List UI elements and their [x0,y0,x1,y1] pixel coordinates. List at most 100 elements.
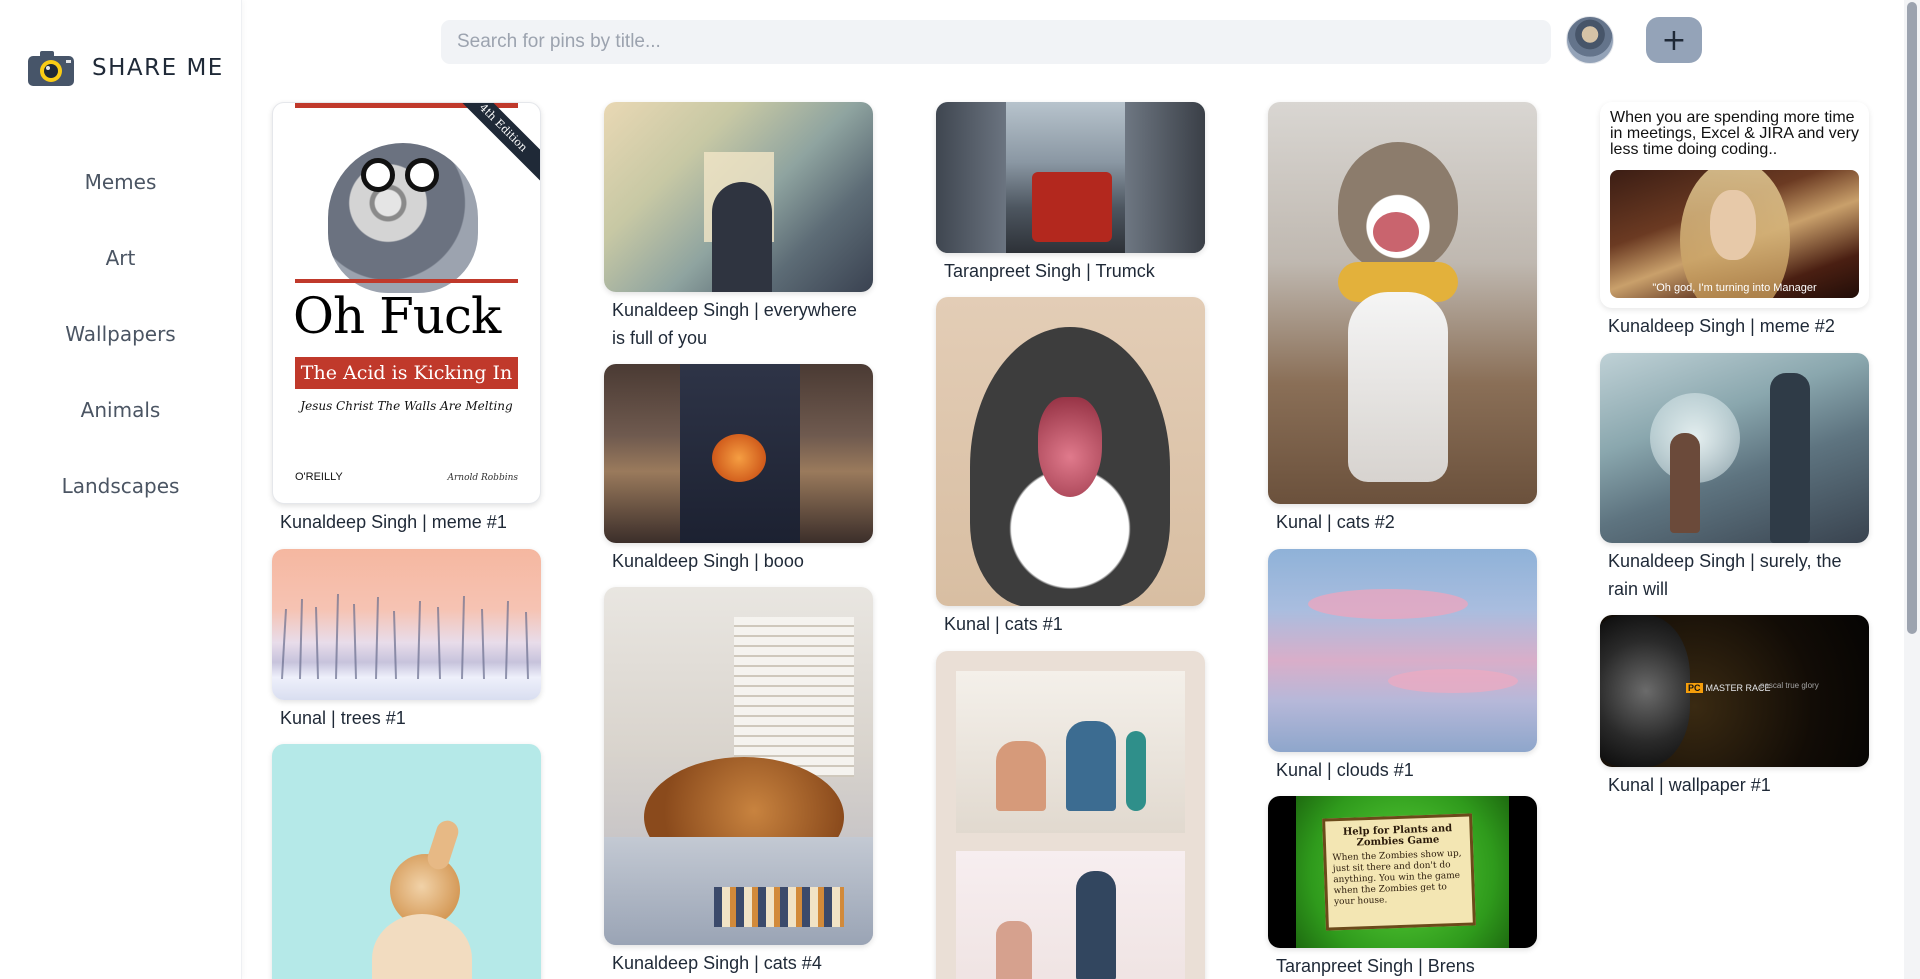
note-title: Help for Plants and Zombies Game [1342,823,1453,849]
meme-subtitle: "Oh god, I'm turning into Manager [1652,282,1817,294]
pin-image [1268,102,1537,504]
zombie-note: Help for Plants and Zombies Game When th… [1322,813,1476,931]
tarsier-illustration [328,143,478,293]
camera-icon [26,48,76,88]
book-band: The Acid is Kicking In [295,357,518,389]
sidebar-item-art[interactable]: Art [0,234,241,310]
search-input[interactable] [457,31,1551,53]
pin-image [604,587,873,945]
pin-caption: Kunaldeep Singh | meme #2 [1608,316,1835,336]
book-author: Arnold Robbins [447,473,518,483]
anime-panel-bottom [956,851,1185,979]
pin-caption: Kunal | clouds #1 [1276,760,1414,780]
anime-panel-top [956,671,1185,833]
wallpaper-label: PC MASTER RACE [1686,683,1771,693]
pin-image: 4th Edition Oh Fuck The Acid is Kicking … [272,102,541,504]
note-body: When the Zombies show up, just sit there… [1332,848,1462,908]
brand-logo[interactable]: SHARE ME [0,0,241,100]
pin-image [936,297,1205,606]
window-blinds [734,617,854,777]
pin-card[interactable]: Kunal | cats #2 [1268,102,1537,536]
boy-figure [1770,373,1810,543]
scrollbar[interactable] [1904,0,1920,979]
pin-image [604,364,873,543]
pin-card[interactable] [936,651,1205,979]
book-title: Oh Fuck [293,287,501,345]
cat-mouth [1373,212,1419,252]
book-divider [295,279,518,283]
sidebar-item-landscapes[interactable]: Landscapes [0,462,241,538]
pin-card[interactable]: Kunaldeep Singh | everywhere is full of … [604,102,873,352]
add-pin-button[interactable]: + [1646,17,1702,63]
red-truck [1032,172,1112,242]
pin-image: Help for Plants and Zombies Game When th… [1268,796,1537,948]
book-publisher: O'REILLY [295,471,343,483]
pin-image [1600,353,1869,543]
pin-caption: Kunaldeep Singh | meme #1 [280,512,507,532]
smoke-swirl [1600,615,1690,767]
category-nav: Memes Art Wallpapers Animals Landscapes [0,158,241,538]
character-face [1710,190,1756,260]
pin-image [272,744,541,979]
pin-image: When you are spending more time in meeti… [1600,102,1869,308]
pin-caption: Kunal | cats #2 [1276,512,1395,532]
building-left [936,102,1006,253]
pin-card[interactable]: Kunaldeep Singh | cats #4 [604,587,873,977]
sidebar-item-memes[interactable]: Memes [0,158,241,234]
sidebar: SHARE ME Memes Art Wallpapers Animals La… [0,0,242,979]
tarsier-eye [361,158,395,192]
pin-card[interactable]: Kunaldeep Singh | booo [604,364,873,575]
book-subtitle: Jesus Christ The Walls Are Melting [300,399,513,413]
pin-card[interactable]: Kunaldeep Singh | surely, the rain will [1600,353,1869,603]
cat-head [1338,142,1458,272]
figure-silhouette [712,182,772,292]
pin-caption: Kunaldeep Singh | everywhere is full of … [612,300,857,348]
pin-card[interactable]: 4th Edition Oh Fuck The Acid is Kicking … [272,102,541,536]
sidebar-item-animals[interactable]: Animals [0,386,241,462]
pin-card[interactable] [272,744,541,979]
main-feed: + 4th Edition Oh Fuck The Acid is Kickin… [242,0,1920,979]
pin-caption: Kunaldeep Singh | surely, the rain will [1608,551,1842,599]
guitar-case [1126,731,1146,811]
pin-caption: Taranpreet Singh | Trumck [944,261,1155,281]
pin-caption: Kunal | trees #1 [280,708,406,728]
sidebar-item-wallpapers[interactable]: Wallpapers [0,310,241,386]
kitten-paw [424,817,462,873]
pin-card[interactable]: When you are spending more time in meeti… [1600,102,1869,340]
pin-card[interactable]: Help for Plants and Zombies Game When th… [1268,796,1537,979]
boy-figure [1066,721,1116,811]
kitten-body [372,914,472,979]
pin-card[interactable]: PC MASTER RACE pascal true glory Kunal | … [1600,615,1869,799]
meme-text: When you are spending more time in meeti… [1610,109,1859,158]
pin-caption: Kunal | cats #1 [944,614,1063,634]
app-root: SHARE ME Memes Art Wallpapers Animals La… [0,0,1920,979]
adult-figure [1076,871,1116,979]
girl-figure [1670,433,1700,533]
pin-image [272,549,541,700]
pin-card[interactable]: Kunal | cats #1 [936,297,1205,638]
tarsier-eye [405,158,439,192]
pumpkin [712,434,766,482]
wallpaper-subtitle: pascal true glory [1760,681,1819,690]
child-figure [996,921,1032,979]
pin-card[interactable]: Kunal | clouds #1 [1268,549,1537,784]
girl-figure [996,741,1046,811]
pin-image [1268,549,1537,752]
pin-caption: Kunaldeep Singh | cats #4 [612,953,822,973]
user-avatar[interactable] [1566,16,1614,64]
cloud-streak [1308,589,1468,619]
scrollbar-thumb[interactable] [1907,2,1917,634]
pin-caption: Taranpreet Singh | Brens [1276,956,1475,976]
pin-card[interactable]: Kunal | trees #1 [272,549,541,732]
brand-name: SHARE ME [92,55,224,81]
cat-mouth [1038,397,1102,497]
building-right [1125,102,1205,253]
book-edition-ribbon: 4th Edition [449,103,540,182]
pin-image [936,651,1205,979]
pc-badge: PC [1686,683,1703,693]
pin-image [604,102,873,292]
pin-caption: Kunal | wallpaper #1 [1608,775,1771,795]
cat-body [1348,292,1448,482]
pin-card[interactable]: Taranpreet Singh | Trumck [936,102,1205,285]
meme-image: "Oh god, I'm turning into Manager [1610,170,1859,298]
